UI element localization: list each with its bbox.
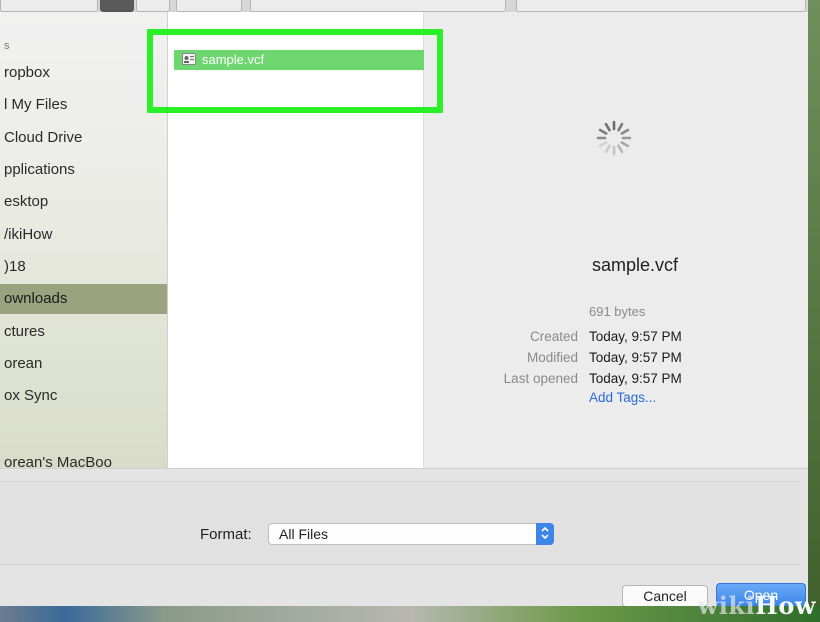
bottom-bar: Format: All Files Cancel Open — [0, 468, 808, 607]
format-panel: Format: All Files — [0, 481, 800, 565]
toolbar-segment[interactable] — [136, 0, 170, 12]
sidebar: s ropbox l My Files Cloud Drive pplicati… — [0, 12, 168, 468]
sidebar-item-wikihow[interactable]: /ikiHow — [0, 220, 167, 250]
cancel-button[interactable]: Cancel — [622, 585, 708, 607]
toolbar-location-popup[interactable] — [250, 0, 506, 12]
toolbar-search-field[interactable] — [516, 0, 806, 12]
sidebar-item-all-my-files[interactable]: l My Files — [0, 90, 167, 120]
sidebar-item-desktop[interactable]: esktop — [0, 187, 167, 217]
sidebar-item-box-sync[interactable]: ox Sync — [0, 381, 167, 411]
meta-last-opened-value: Today, 9:57 PM — [589, 371, 682, 386]
highlight-box — [147, 29, 443, 113]
sidebar-item-pictures[interactable]: ctures — [0, 317, 167, 347]
loading-spinner-icon — [596, 120, 632, 156]
meta-last-opened-row: Last opened Today, 9:57 PM — [425, 371, 808, 391]
updown-chevron-icon[interactable] — [536, 523, 554, 545]
format-select[interactable]: All Files — [268, 523, 554, 545]
preview-file-size: 691 bytes — [589, 304, 646, 319]
meta-created-label: Created — [529, 329, 578, 344]
toolbar-segment[interactable] — [176, 0, 242, 12]
meta-created-row: Created Today, 9:57 PM — [425, 329, 808, 349]
meta-created-value: Today, 9:57 PM — [589, 329, 682, 344]
meta-last-opened-label: Last opened — [503, 371, 578, 386]
sidebar-item-2018[interactable]: )18 — [0, 252, 167, 282]
format-select-value: All Files — [279, 526, 329, 542]
format-label: Format: — [200, 526, 252, 543]
meta-modified-value: Today, 9:57 PM — [589, 350, 682, 365]
sidebar-item-korean[interactable]: orean — [0, 349, 167, 379]
sidebar-item-dropbox[interactable]: ropbox — [0, 58, 167, 88]
wikihow-watermark: wikiHow — [697, 591, 816, 620]
sidebar-item-applications[interactable]: pplications — [0, 155, 167, 185]
add-tags-link[interactable]: Add Tags... — [589, 390, 656, 405]
preview-file-name: sample.vcf — [591, 255, 679, 275]
toolbar-strip — [0, 0, 808, 12]
sidebar-section-header: s — [4, 40, 10, 52]
sidebar-item-macbook[interactable]: orean's MacBoo — [0, 448, 167, 468]
open-file-dialog: s ropbox l My Files Cloud Drive pplicati… — [0, 12, 808, 607]
toolbar-segment[interactable] — [0, 0, 98, 12]
meta-modified-row: Modified Today, 9:57 PM — [425, 350, 808, 370]
sidebar-item-downloads[interactable]: ownloads — [0, 284, 167, 314]
toolbar-view-button[interactable] — [100, 0, 134, 12]
preview-pane: sample.vcf 691 bytes Created Today, 9:57… — [425, 12, 808, 468]
sidebar-item-icloud-drive[interactable]: Cloud Drive — [0, 123, 167, 153]
meta-modified-label: Modified — [526, 350, 578, 365]
